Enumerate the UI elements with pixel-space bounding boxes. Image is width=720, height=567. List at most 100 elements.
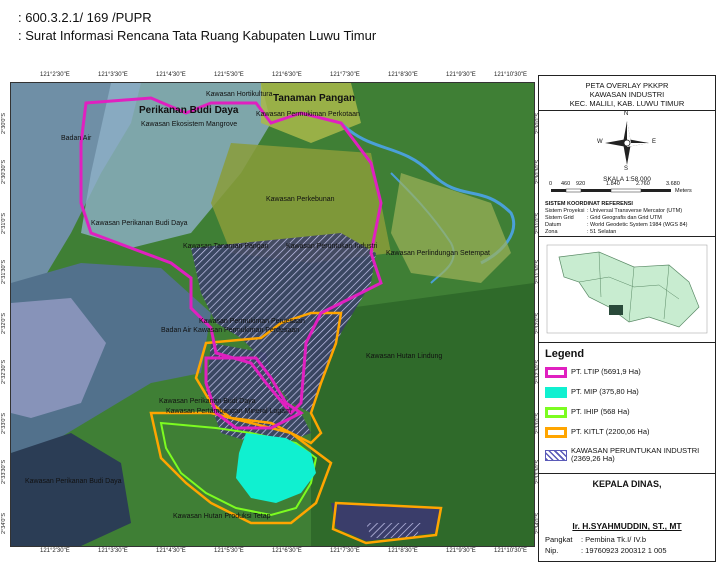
tick-bottom: 121°3'30"E [98, 548, 128, 554]
tick-bottom: 121°2'30"E [40, 548, 70, 554]
crs-key: Zona [545, 229, 558, 235]
scale-tick: 3.680 [666, 181, 680, 187]
crs-row: Sistem Grid : Grid Geografis dan Grid UTM [545, 215, 713, 222]
scale-tick: 2.760 [636, 181, 650, 187]
map-info-panel: PETA OVERLAY PKKPR KAWASAN INDUSTRI KEC.… [538, 75, 716, 562]
label-tanaman-pangan: Kawasan Tanaman Pangan [183, 243, 269, 250]
tick-top: 121°6'30"E [272, 72, 302, 78]
crs-val: : Universal Transverse Mercator (UTM) [587, 208, 683, 214]
title-box: PETA OVERLAY PKKPR KAWASAN INDUSTRI KEC.… [539, 76, 715, 111]
legend-item-kitlt: PT. KITLT (2200,06 Ha) [545, 425, 650, 439]
pangkat-val: : Pembina Tk.I/ IV.b [581, 535, 647, 544]
label-hutan-lindung: Kawasan Hutan Lindung [366, 353, 443, 360]
tick-top: 121°9'30"E [446, 72, 476, 78]
letter-subject: : Surat Informasi Rencana Tata Ruang Kab… [18, 28, 377, 43]
inset-highlight [609, 305, 623, 315]
pangkat-key: Pangkat [545, 535, 573, 544]
map-title-line1: PETA OVERLAY PKKPR [585, 81, 669, 90]
legend-title: Legend [545, 348, 585, 360]
legend-swatch-kitlt [545, 426, 567, 438]
compass-rose-icon [605, 121, 649, 165]
compass-e: E [652, 139, 657, 145]
crs-val: : World Geodetic System 1984 (WGS 84) [587, 222, 688, 228]
label-perikanan-budi-daya: Kawasan Perikanan Budi Daya [91, 220, 188, 227]
scale-tick: 0 [549, 181, 553, 187]
compass-s: S [624, 166, 629, 172]
tick-left: 2°31'0"S [1, 212, 7, 234]
label-badan-air: Badan Air [61, 135, 92, 142]
industri-south-hatch [366, 523, 421, 538]
inset-map-box [539, 237, 715, 343]
label-pertambangan: Kawasan Pertambangan Mineral Logam [166, 408, 291, 415]
tick-left: 2°33'0"S [1, 412, 7, 434]
tick-left: 2°32'0"S [1, 312, 7, 334]
map-canvas[interactable]: Kawasan Hortikultura Tanaman Pangan Peri… [10, 82, 535, 547]
nip-key: Nip. [545, 546, 559, 555]
crs-row: Zona : 51 Selatan [545, 229, 713, 236]
legend-label: PT. KITLT (2200,06 Ha) [571, 427, 650, 436]
label-ekosistem-mangrove: Kawasan Ekosistem Mangrove [141, 121, 238, 128]
legend-swatch-ihip [545, 406, 567, 418]
tick-left: 2°30'30"S [1, 159, 7, 184]
tick-bottom: 121°4'30"E [156, 548, 186, 554]
compass-scale-box: N S E W SKALA 1:58.000 0 460 920 1.840 2… [539, 111, 715, 237]
legend-label: PT. IHIP (568 Ha) [571, 407, 630, 416]
label-perlindungan-setempat: Kawasan Perlindungan Setempat [386, 250, 490, 257]
tick-bottom: 121°7'30"E [330, 548, 360, 554]
legend-swatch-industri [545, 449, 567, 461]
signatory-name: Ir. H.SYAHMUDDIN, ST., MT [572, 521, 682, 531]
label-perikanan-budi-daya-big: Perikanan Budi Daya [139, 105, 239, 116]
compass-n: N [624, 111, 629, 117]
inset-map [546, 244, 708, 334]
tick-top: 121°4'30"E [156, 72, 186, 78]
map-svg [11, 83, 534, 546]
tick-top: 121°5'30"E [214, 72, 244, 78]
crs-val: : Grid Geografis dan Grid UTM [587, 215, 662, 221]
pangkat-row: Pangkat : Pembina Tk.I/ IV.b [545, 536, 646, 544]
label-perkebunan: Kawasan Perkebunan [266, 196, 335, 203]
tick-bottom: 121°9'30"E [446, 548, 476, 554]
map-title-line3: KEC. MALILI, KAB. LUWU TIMUR [569, 99, 685, 108]
tick-top: 121°8'30"E [388, 72, 418, 78]
tick-top: 121°2'30"E [40, 72, 70, 78]
crs-key: Datum [545, 222, 562, 228]
map-title-line2: KAWASAN INDUSTRI [589, 90, 665, 99]
label-hutan-produksi-tetap: Kawasan Hutan Produksi Tetap [173, 513, 271, 520]
tick-top: 121°3'30"E [98, 72, 128, 78]
label-permukiman-perkotaan: Kawasan Permukiman Perkotaan [256, 111, 360, 118]
nip-val: : 19760923 200312 1 005 [581, 546, 667, 555]
scale-tick: 920 [576, 181, 586, 187]
tick-top: 121°10'30"E [494, 72, 528, 78]
tick-bottom: 121°10'30"E [494, 548, 528, 554]
tick-bottom: 121°5'30"E [214, 548, 244, 554]
tick-left: 2°31'30"S [1, 259, 7, 284]
scale-unit: Meters [675, 188, 692, 194]
scale-tick: 1.840 [606, 181, 620, 187]
label-hortikultura: Kawasan Hortikultura [206, 91, 273, 98]
crs-key: Sistem Proyeksi [545, 208, 585, 214]
tick-bottom: 121°8'30"E [388, 548, 418, 554]
tick-bottom: 121°6'30"E [272, 548, 302, 554]
legend-box: Legend PT. LTIP (5691,9 Ha) PT. MIP (375… [539, 343, 715, 474]
crs-val: : 51 Selatan [587, 229, 617, 235]
signature-box: KEPALA DINAS, Ir. H.SYAHMUDDIN, ST., MT … [539, 474, 715, 560]
kepala-dinas: KEPALA DINAS, [592, 479, 662, 489]
label-badan-air-permukiman: Badan Air Kawasan Permukiman Perdesaan [161, 327, 300, 334]
label-perikanan-sw: Kawasan Perikanan Budi Daya [25, 478, 122, 485]
crs-row: Sistem Proyeksi: Universal Transverse Me… [545, 208, 713, 215]
legend-swatch-mip [545, 386, 567, 398]
label-perikanan-budi-daya-2: Kawasan Perikanan Budi Daya [159, 398, 256, 405]
label-peruntukan-industri: Kawasan Peruntukan Industri [286, 243, 378, 250]
crs-title: SISTEM KOORDINAT REFERENSI [545, 201, 633, 207]
map-sheet: 121°2'30"E 121°3'30"E 121°4'30"E 121°5'3… [0, 70, 720, 567]
letter-number: : 600.3.2.1/ 169 /PUPR [18, 10, 152, 25]
label-permukiman-perdesaan: Kawasan Permukiman Perdesaan [199, 318, 305, 325]
crs-key: Sistem Grid [545, 215, 574, 221]
legend-item-industri: KAWASAN PERUNTUKAN INDUSTRI (2369,26 Ha) [545, 445, 701, 465]
legend-label: KAWASAN PERUNTUKAN INDUSTRI (2369,26 Ha) [571, 446, 700, 463]
legend-item-ihip: PT. IHIP (568 Ha) [545, 405, 630, 419]
legend-swatch-ltip [545, 366, 567, 378]
crs-row: Datum : World Geodetic System 1984 (WGS 8… [545, 222, 713, 229]
crs-block: SISTEM KOORDINAT REFERENSI Sistem Proyek… [545, 201, 713, 236]
legend-label: PT. MIP (375,80 Ha) [571, 387, 639, 396]
